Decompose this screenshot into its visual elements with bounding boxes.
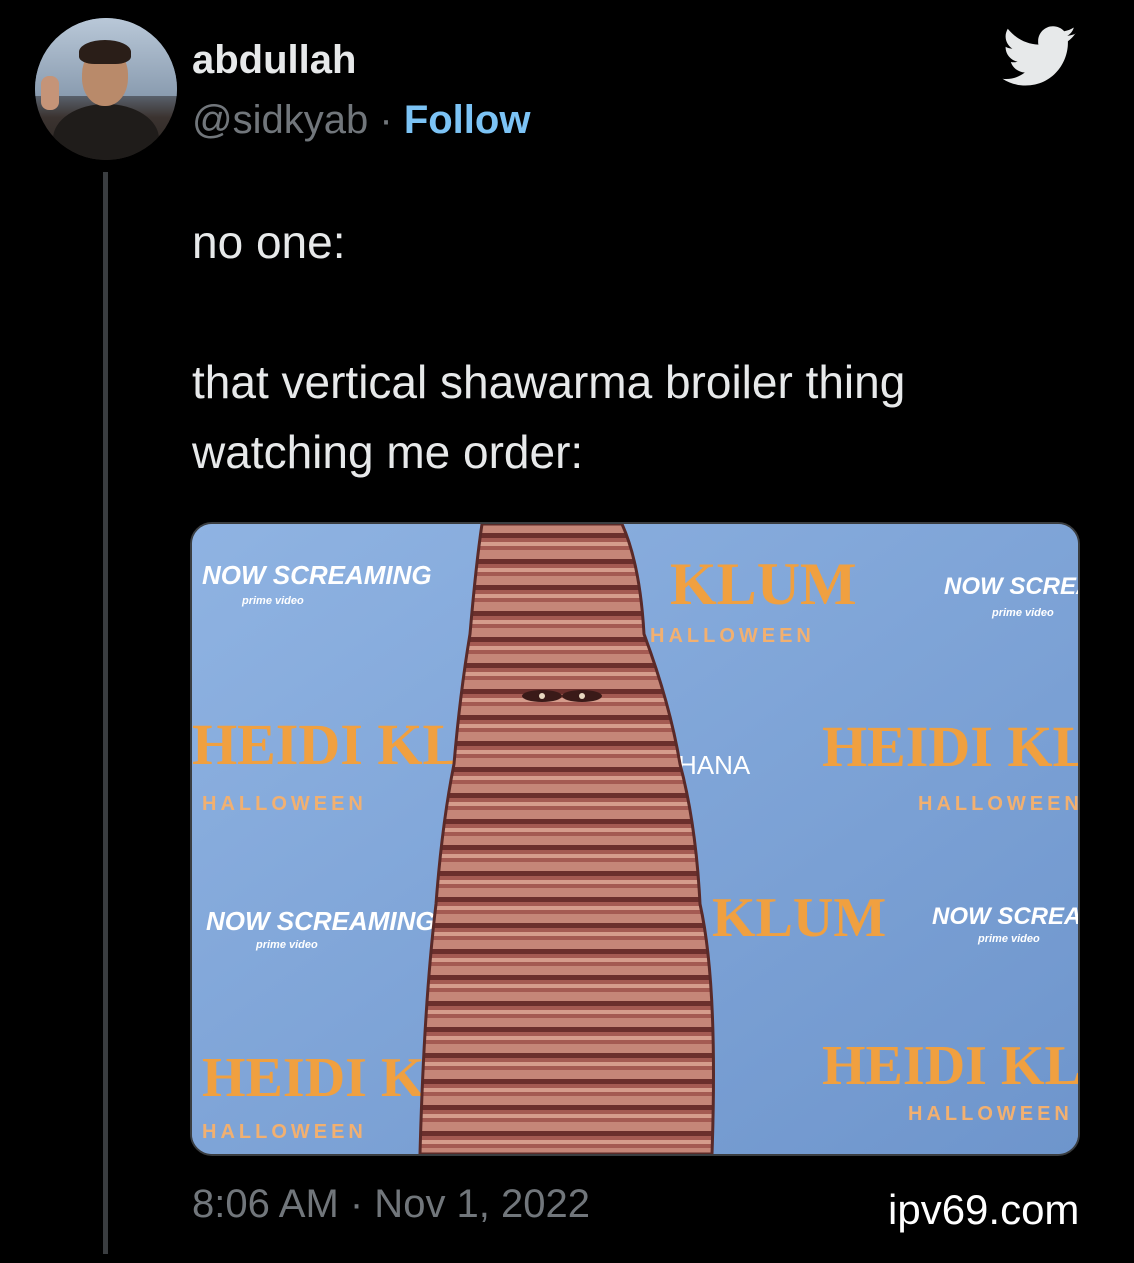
backdrop-klum-2: KLUM: [712, 887, 886, 949]
backdrop-prime-video-3: prime video: [255, 939, 318, 951]
twitter-bird-icon[interactable]: [1002, 26, 1078, 88]
backdrop-halloween-3: HALLOWEEN: [918, 793, 1078, 815]
tweet-line-2: that vertical shawarma broiler thing wat…: [192, 355, 906, 478]
backdrop-now-screaming-2: NOW SCREAMING: [944, 573, 1078, 600]
backdrop-halloween-5: HALLOWEEN: [908, 1103, 1073, 1125]
backdrop-hana: HANA: [678, 750, 751, 780]
author-display-name[interactable]: abdullah: [192, 38, 356, 83]
media-illustration: NOW SCREAMING prime video NOW SCREAMING …: [192, 524, 1078, 1154]
separator-dot: ·: [379, 98, 393, 142]
author-avatar[interactable]: [35, 18, 177, 160]
backdrop-heidi-klum-4: HEIDI KLUM: [822, 1035, 1078, 1097]
backdrop-klum-1: KLUM: [670, 551, 857, 617]
backdrop-now-screaming-4: NOW SCREAMING: [932, 903, 1078, 930]
author-handle-line: @sidkyab · Follow: [192, 98, 530, 143]
follow-button[interactable]: Follow: [404, 98, 531, 142]
backdrop-now-screaming-1: NOW SCREAMING: [202, 560, 432, 590]
backdrop-halloween-1: HALLOWEEN: [650, 625, 815, 647]
backdrop-prime-video-4: prime video: [977, 933, 1040, 945]
avatar-shirt: [53, 104, 159, 160]
tweet-media-image[interactable]: NOW SCREAMING prime video NOW SCREAMING …: [190, 522, 1080, 1156]
backdrop-prime-video-2: prime video: [991, 607, 1054, 619]
avatar-hair: [79, 40, 131, 64]
backdrop-heidi-klum-2: HEIDI KLUM: [822, 714, 1078, 779]
avatar-hand: [41, 76, 59, 110]
tweet-timestamp[interactable]: 8:06 AM · Nov 1, 2022: [192, 1182, 590, 1227]
tweet-body: no one: that vertical shawarma broiler t…: [192, 208, 1072, 488]
thread-connector-line: [103, 172, 108, 1254]
backdrop-halloween-4: HALLOWEEN: [202, 1121, 367, 1143]
backdrop-prime-video-1: prime video: [241, 595, 304, 607]
author-handle[interactable]: @sidkyab: [192, 98, 368, 142]
backdrop-now-screaming-3: NOW SCREAMING: [206, 906, 436, 936]
backdrop-halloween-2: HALLOWEEN: [202, 793, 367, 815]
site-watermark: ipv69.com: [888, 1186, 1080, 1233]
tweet-line-1: no one:: [192, 216, 346, 268]
